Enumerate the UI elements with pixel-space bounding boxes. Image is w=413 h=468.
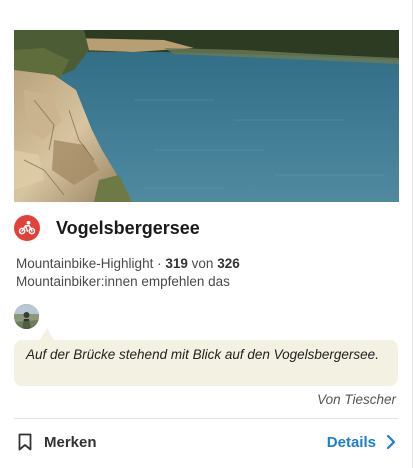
tip-text: Auf der Brücke stehend mit Blick auf den… [26, 347, 379, 362]
tip-bubble-tail [40, 328, 54, 340]
of-word: von [191, 256, 214, 271]
highlight-category: Mountainbike-Highlight [16, 256, 154, 271]
mountainbike-icon [14, 215, 40, 241]
meta-line-1: Mountainbike-Highlight · 319 von 326 [16, 255, 396, 273]
details-label: Details [326, 433, 376, 451]
save-label: Merken [44, 433, 97, 451]
highlight-photo[interactable] [14, 30, 399, 202]
bookmark-icon [18, 433, 32, 451]
avatar[interactable] [14, 304, 39, 329]
highlight-meta: Mountainbike-Highlight · 319 von 326 Mou… [16, 255, 396, 291]
meta-separator: · [157, 256, 162, 271]
chevron-right-icon [386, 434, 396, 450]
recommend-text: Mountainbiker:innen empfehlen das [16, 274, 230, 289]
title-row: Vogelsbergersee [14, 214, 200, 242]
recommend-count: 319 [165, 256, 188, 271]
highlight-card: Vogelsbergersee Mountainbike-Highlight ·… [0, 0, 413, 468]
total-count: 326 [217, 256, 240, 271]
details-button[interactable]: Details [327, 432, 396, 452]
save-button[interactable]: Merken [18, 432, 97, 452]
tip-author: Von Tiescher [317, 392, 396, 407]
lake-image [14, 30, 399, 202]
divider [14, 418, 398, 419]
highlight-title: Vogelsbergersee [56, 217, 200, 238]
tip-bubble: Auf der Brücke stehend mit Blick auf den… [14, 340, 398, 386]
